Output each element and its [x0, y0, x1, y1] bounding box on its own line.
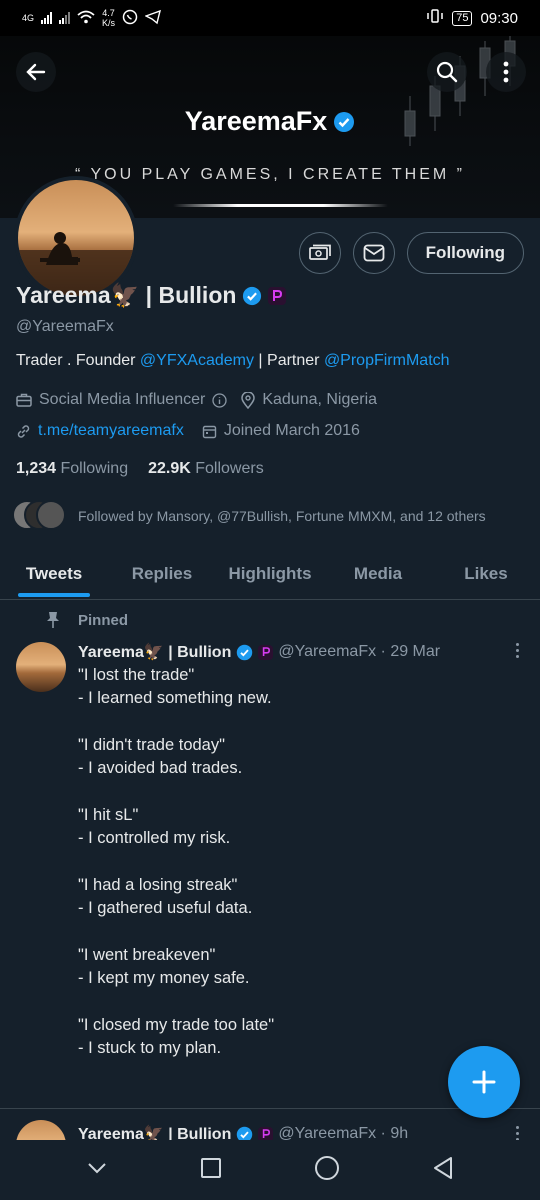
tweet-more-button[interactable]	[514, 1126, 520, 1141]
signal-icon-2	[59, 12, 71, 24]
search-button[interactable]	[427, 52, 467, 92]
more-vertical-icon	[503, 61, 509, 83]
affiliate-badge-icon[interactable]	[268, 286, 287, 305]
follow-counts: 1,234 Following 22.9K Followers	[16, 460, 264, 478]
tip-button[interactable]	[298, 232, 341, 274]
message-button[interactable]	[352, 232, 395, 274]
whatsapp-icon	[122, 9, 138, 28]
profile-handle: @YareemaFx	[16, 318, 114, 335]
arrow-left-icon	[26, 63, 46, 81]
bio-mention-propfirmmatch[interactable]: @PropFirmMatch	[324, 352, 450, 369]
search-icon	[436, 61, 458, 83]
network-speed: 4.7 K/s	[102, 8, 116, 28]
wifi-icon	[77, 10, 95, 27]
plus-icon	[472, 1070, 496, 1094]
banner-title: YareemaFx	[0, 106, 540, 137]
tweet-paragraph: "I had a losing streak" - I gathered usef…	[78, 876, 253, 917]
mail-icon	[363, 244, 385, 262]
banner-underline	[173, 204, 388, 207]
info-icon[interactable]	[212, 392, 227, 408]
tweet-author-name[interactable]: Yareema🦅 | Bullion	[78, 642, 231, 662]
link-icon	[17, 424, 30, 438]
calendar-icon	[202, 425, 217, 438]
following-count-link[interactable]: 1,234 Following	[16, 460, 128, 478]
pin-icon	[47, 612, 59, 628]
bio-text: Trader . Founder	[16, 352, 140, 369]
follower-avatars	[12, 500, 66, 532]
tab-tweets[interactable]: Tweets	[0, 548, 108, 599]
signal-icon	[41, 12, 53, 24]
tweet-paragraph: "I hit sL" - I controlled my risk.	[78, 806, 231, 847]
tweet-handle-date: @YareemaFx · 29 Mar	[278, 643, 441, 660]
tweet-paragraph: "I didn't trade today" - I avoided bad tr…	[78, 736, 243, 777]
profile-meta-row-1: Social Media Influencer Kaduna, Nigeria	[16, 391, 377, 409]
battery-indicator: 75	[452, 10, 473, 26]
tweet-paragraph: "I closed my trade too late" - I stuck to…	[78, 1016, 275, 1057]
tweet-header: Yareema🦅 | Bullion @YareemaFx · 29 Mar	[78, 642, 440, 662]
money-icon	[308, 244, 331, 260]
verified-badge-icon	[243, 286, 262, 305]
verified-badge-icon	[237, 644, 253, 660]
tweet-avatar[interactable]	[16, 642, 66, 692]
briefcase-icon	[16, 393, 32, 407]
following-button[interactable]: Following	[406, 232, 524, 274]
pinned-indicator: Pinned	[46, 611, 128, 629]
avatar	[36, 500, 66, 530]
tweet-paragraph: "I lost the trade" - I learned something …	[78, 666, 272, 707]
profile-meta-row-2: t.me/teamyareemafx Joined March 2016	[16, 422, 360, 440]
bio-mention-yfxacademy[interactable]: @YFXAcademy	[140, 352, 254, 369]
tab-media[interactable]: Media	[324, 548, 432, 599]
system-navigation-bar	[0, 1140, 540, 1200]
nav-collapse-button[interactable]	[86, 1161, 108, 1180]
profile-joined-date: Joined March 2016	[223, 422, 360, 439]
followed-by-text: Followed by Mansory, @77Bullish, Fortune…	[78, 508, 486, 524]
tab-likes[interactable]: Likes	[432, 548, 540, 599]
avatar-image	[18, 232, 134, 296]
followed-by-row[interactable]: Followed by Mansory, @77Bullish, Fortune…	[12, 500, 486, 532]
bio-text: | Partner	[253, 352, 324, 369]
status-bar: 4G 4.7 K/s 75 09:30	[0, 0, 540, 36]
chevron-down-icon	[88, 1162, 106, 1173]
profile-tabs: Tweets Replies Highlights Media Likes	[0, 548, 540, 600]
circle-icon	[315, 1155, 339, 1180]
network-type: 4G	[22, 12, 35, 23]
affiliate-badge-icon	[258, 644, 274, 660]
profile-name: Yareema🦅 | Bullion	[16, 282, 287, 309]
tab-replies[interactable]: Replies	[108, 548, 216, 599]
tweet-text: "I lost the trade" - I learned something …	[78, 664, 518, 1084]
back-button[interactable]	[16, 52, 56, 92]
location-pin-icon	[241, 391, 256, 409]
telegram-icon	[144, 9, 162, 28]
followers-count-link[interactable]: 22.9K Followers	[148, 460, 264, 478]
profile-bio: Trader . Founder @YFXAcademy | Partner @…	[16, 352, 450, 370]
triangle-back-icon	[434, 1156, 452, 1179]
profile-website-link[interactable]: t.me/teamyareemafx	[38, 422, 184, 440]
tweet-more-button[interactable]	[514, 643, 520, 658]
profile-category: Social Media Influencer	[39, 391, 206, 408]
vibrate-icon	[426, 8, 444, 28]
tweet-paragraph: "I went breakeven" - I kept my money safe…	[78, 946, 250, 987]
pinned-label: Pinned	[78, 611, 129, 629]
clock: 09:30	[480, 9, 518, 27]
nav-recents-button[interactable]	[200, 1157, 222, 1184]
more-options-button[interactable]	[486, 52, 526, 92]
profile-location: Kaduna, Nigeria	[262, 391, 378, 408]
square-icon	[201, 1157, 221, 1178]
compose-tweet-button[interactable]	[448, 1046, 520, 1118]
verified-badge-icon	[334, 111, 355, 132]
nav-back-button[interactable]	[432, 1156, 454, 1185]
nav-home-button[interactable]	[314, 1155, 340, 1186]
profile-actions: Following	[298, 232, 524, 274]
tab-highlights[interactable]: Highlights	[216, 548, 324, 599]
display-name: Yareema🦅 | Bullion	[16, 282, 237, 308]
